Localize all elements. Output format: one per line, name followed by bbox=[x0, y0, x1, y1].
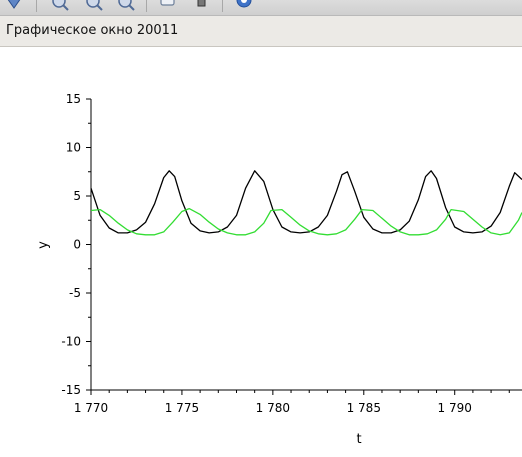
x-tick-label: 1 785 bbox=[347, 401, 381, 415]
x-tick-label: 1 790 bbox=[438, 401, 472, 415]
x-tick-label: 1 780 bbox=[256, 401, 290, 415]
toolbar-separator bbox=[146, 0, 147, 12]
window-title: Графическое окно 20011 bbox=[6, 23, 179, 38]
x-axis-label: t bbox=[356, 432, 361, 447]
plot-area: 15 10 5 0 -5 -10 -15 1 770 1 775 1 780 1 785 1 790 t… bbox=[0, 47, 522, 453]
edit-icon[interactable] bbox=[192, 0, 212, 12]
pointer-icon[interactable] bbox=[4, 0, 24, 12]
toolbar bbox=[0, 0, 522, 16]
y-tick-label: -10 bbox=[61, 335, 81, 349]
y-tick-label: 15 bbox=[66, 92, 81, 106]
help-icon[interactable] bbox=[234, 0, 254, 12]
series-line-2 bbox=[90, 207, 522, 236]
toolbar-separator bbox=[36, 0, 37, 12]
x-tick-label: 1 775 bbox=[165, 401, 199, 415]
y-tick-label: -15 bbox=[61, 383, 81, 397]
y-tick-label: -5 bbox=[69, 286, 81, 300]
y-tick-label: 5 bbox=[73, 189, 81, 203]
zoom-in-icon[interactable] bbox=[50, 0, 70, 12]
series-line-1 bbox=[90, 170, 522, 234]
datatip-icon[interactable] bbox=[158, 0, 178, 12]
line-chart: 15 10 5 0 -5 -10 -15 1 770 1 775 1 780 1 785 1 790 t… bbox=[36, 92, 522, 447]
y-axis-label: y bbox=[36, 241, 51, 249]
zoom-out-icon[interactable] bbox=[84, 0, 104, 12]
window-title-bar: Графическое окно 20011 bbox=[0, 16, 522, 47]
y-tick-label: 0 bbox=[73, 238, 81, 252]
rotate-icon[interactable] bbox=[116, 0, 136, 12]
x-tick-label: 1 770 bbox=[74, 401, 108, 415]
y-tick-label: 10 bbox=[66, 141, 81, 155]
toolbar-separator bbox=[222, 0, 223, 12]
